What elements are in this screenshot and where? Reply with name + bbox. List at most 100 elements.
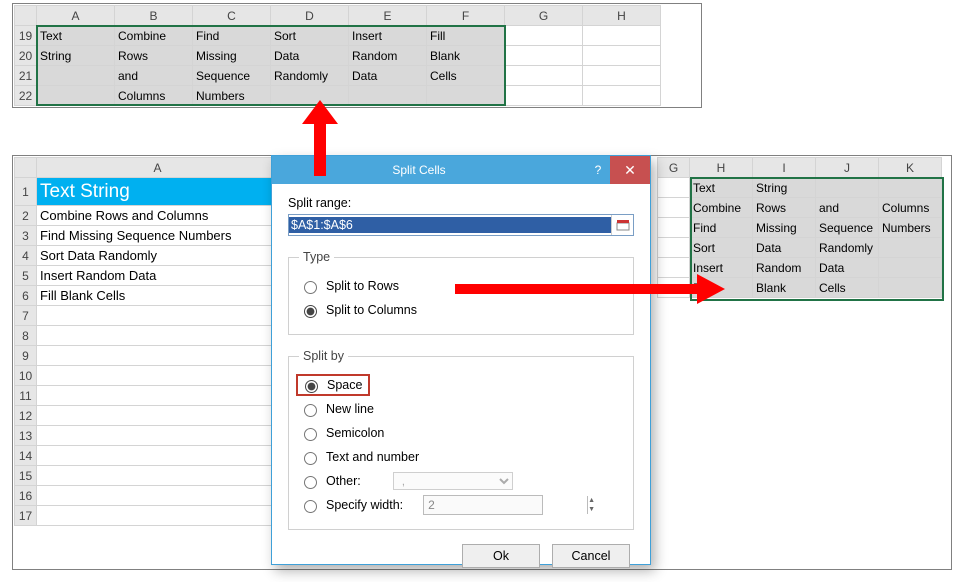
- cell[interactable]: [37, 466, 279, 486]
- row-header[interactable]: 9: [15, 346, 37, 366]
- cell[interactable]: Sort: [271, 26, 349, 46]
- cell[interactable]: [816, 178, 879, 198]
- col-header[interactable]: D: [271, 6, 349, 26]
- cell[interactable]: [505, 86, 583, 106]
- cell[interactable]: Columns: [879, 198, 942, 218]
- opt-other[interactable]: Other: ,: [299, 471, 623, 491]
- spin-up-icon[interactable]: ▲: [587, 496, 595, 505]
- cell[interactable]: [583, 26, 661, 46]
- col-header[interactable]: B: [115, 6, 193, 26]
- cell[interactable]: Missing: [193, 46, 271, 66]
- row-header[interactable]: 12: [15, 406, 37, 426]
- cell[interactable]: Insert: [349, 26, 427, 46]
- opt-textnum[interactable]: Text and number: [299, 447, 623, 467]
- cell[interactable]: Combine Rows and Columns: [37, 206, 279, 226]
- width-stepper[interactable]: ▲▼: [423, 495, 543, 515]
- width-input[interactable]: [424, 496, 587, 514]
- source-grid[interactable]: A1Text String2Combine Rows and Columns3F…: [14, 157, 279, 526]
- cell[interactable]: [37, 446, 279, 466]
- cell[interactable]: [271, 86, 349, 106]
- cell[interactable]: Rows: [753, 198, 816, 218]
- col-header[interactable]: K: [879, 158, 942, 178]
- cell[interactable]: [505, 46, 583, 66]
- opt-semicolon[interactable]: Semicolon: [299, 423, 623, 443]
- split-range-value[interactable]: $A$1:$A$6: [289, 217, 611, 233]
- cell[interactable]: [349, 86, 427, 106]
- col-header[interactable]: E: [349, 6, 427, 26]
- radio-other[interactable]: [304, 476, 317, 489]
- cell[interactable]: and: [816, 198, 879, 218]
- cell[interactable]: Fill: [690, 278, 753, 298]
- cell[interactable]: [427, 86, 505, 106]
- col-header[interactable]: A: [37, 6, 115, 26]
- row-header[interactable]: 6: [15, 286, 37, 306]
- help-icon[interactable]: ?: [586, 163, 610, 177]
- cell[interactable]: [658, 278, 690, 298]
- close-icon[interactable]: ✕: [610, 156, 650, 184]
- radio-split-cols[interactable]: [304, 305, 317, 318]
- split-range-field[interactable]: $A$1:$A$6: [288, 214, 634, 236]
- cell[interactable]: [505, 66, 583, 86]
- cell[interactable]: Find Missing Sequence Numbers: [37, 226, 279, 246]
- col-header[interactable]: A: [37, 158, 279, 178]
- cell[interactable]: Randomly: [816, 238, 879, 258]
- cell[interactable]: String: [753, 178, 816, 198]
- result-rows-grid[interactable]: ABCDEFGH19TextCombineFindSortInsertFill2…: [14, 5, 661, 106]
- cell[interactable]: Text: [37, 26, 115, 46]
- cell[interactable]: Rows: [115, 46, 193, 66]
- cell[interactable]: [37, 426, 279, 446]
- cell[interactable]: Combine: [690, 198, 753, 218]
- result-columns-grid[interactable]: GHIJKTextStringCombineRowsandColumnsFind…: [657, 157, 942, 298]
- opt-space[interactable]: Space: [299, 375, 623, 395]
- cell[interactable]: Blank: [427, 46, 505, 66]
- ok-button[interactable]: Ok: [462, 544, 540, 568]
- radio-split-rows[interactable]: [304, 281, 317, 294]
- cell[interactable]: Find: [193, 26, 271, 46]
- cell[interactable]: Missing: [753, 218, 816, 238]
- cell[interactable]: Numbers: [193, 86, 271, 106]
- col-header[interactable]: G: [505, 6, 583, 26]
- row-header[interactable]: 11: [15, 386, 37, 406]
- cell[interactable]: Sort Data Randomly: [37, 246, 279, 266]
- opt-newline[interactable]: New line: [299, 399, 623, 419]
- col-header[interactable]: F: [427, 6, 505, 26]
- cell[interactable]: Data: [271, 46, 349, 66]
- cell[interactable]: [658, 238, 690, 258]
- cell[interactable]: [583, 46, 661, 66]
- cell[interactable]: Fill: [427, 26, 505, 46]
- cell[interactable]: [879, 238, 942, 258]
- cell[interactable]: [879, 258, 942, 278]
- cell[interactable]: Random: [753, 258, 816, 278]
- row-header[interactable]: 1: [15, 178, 37, 206]
- col-header[interactable]: H: [583, 6, 661, 26]
- row-header[interactable]: 17: [15, 506, 37, 526]
- cell[interactable]: [658, 258, 690, 278]
- cell[interactable]: Sequence: [193, 66, 271, 86]
- cell[interactable]: [37, 346, 279, 366]
- row-header[interactable]: 16: [15, 486, 37, 506]
- cell[interactable]: Sort: [690, 238, 753, 258]
- spin-down-icon[interactable]: ▼: [587, 505, 595, 514]
- cell[interactable]: Data: [753, 238, 816, 258]
- radio-space[interactable]: [305, 380, 318, 393]
- col-header[interactable]: I: [753, 158, 816, 178]
- cell[interactable]: and: [115, 66, 193, 86]
- cell[interactable]: [37, 486, 279, 506]
- row-header[interactable]: 20: [15, 46, 37, 66]
- row-header[interactable]: 7: [15, 306, 37, 326]
- cell[interactable]: [37, 386, 279, 406]
- cell[interactable]: Randomly: [271, 66, 349, 86]
- cell[interactable]: [879, 178, 942, 198]
- cell[interactable]: [658, 178, 690, 198]
- row-header[interactable]: 4: [15, 246, 37, 266]
- radio-textnum[interactable]: [304, 452, 317, 465]
- cell[interactable]: Data: [349, 66, 427, 86]
- cell[interactable]: Columns: [115, 86, 193, 106]
- source-header-cell[interactable]: Text String: [37, 178, 279, 206]
- col-header[interactable]: C: [193, 6, 271, 26]
- cell[interactable]: [37, 506, 279, 526]
- cancel-button[interactable]: Cancel: [552, 544, 630, 568]
- col-header[interactable]: G: [658, 158, 690, 178]
- cell[interactable]: Fill Blank Cells: [37, 286, 279, 306]
- cell[interactable]: Combine: [115, 26, 193, 46]
